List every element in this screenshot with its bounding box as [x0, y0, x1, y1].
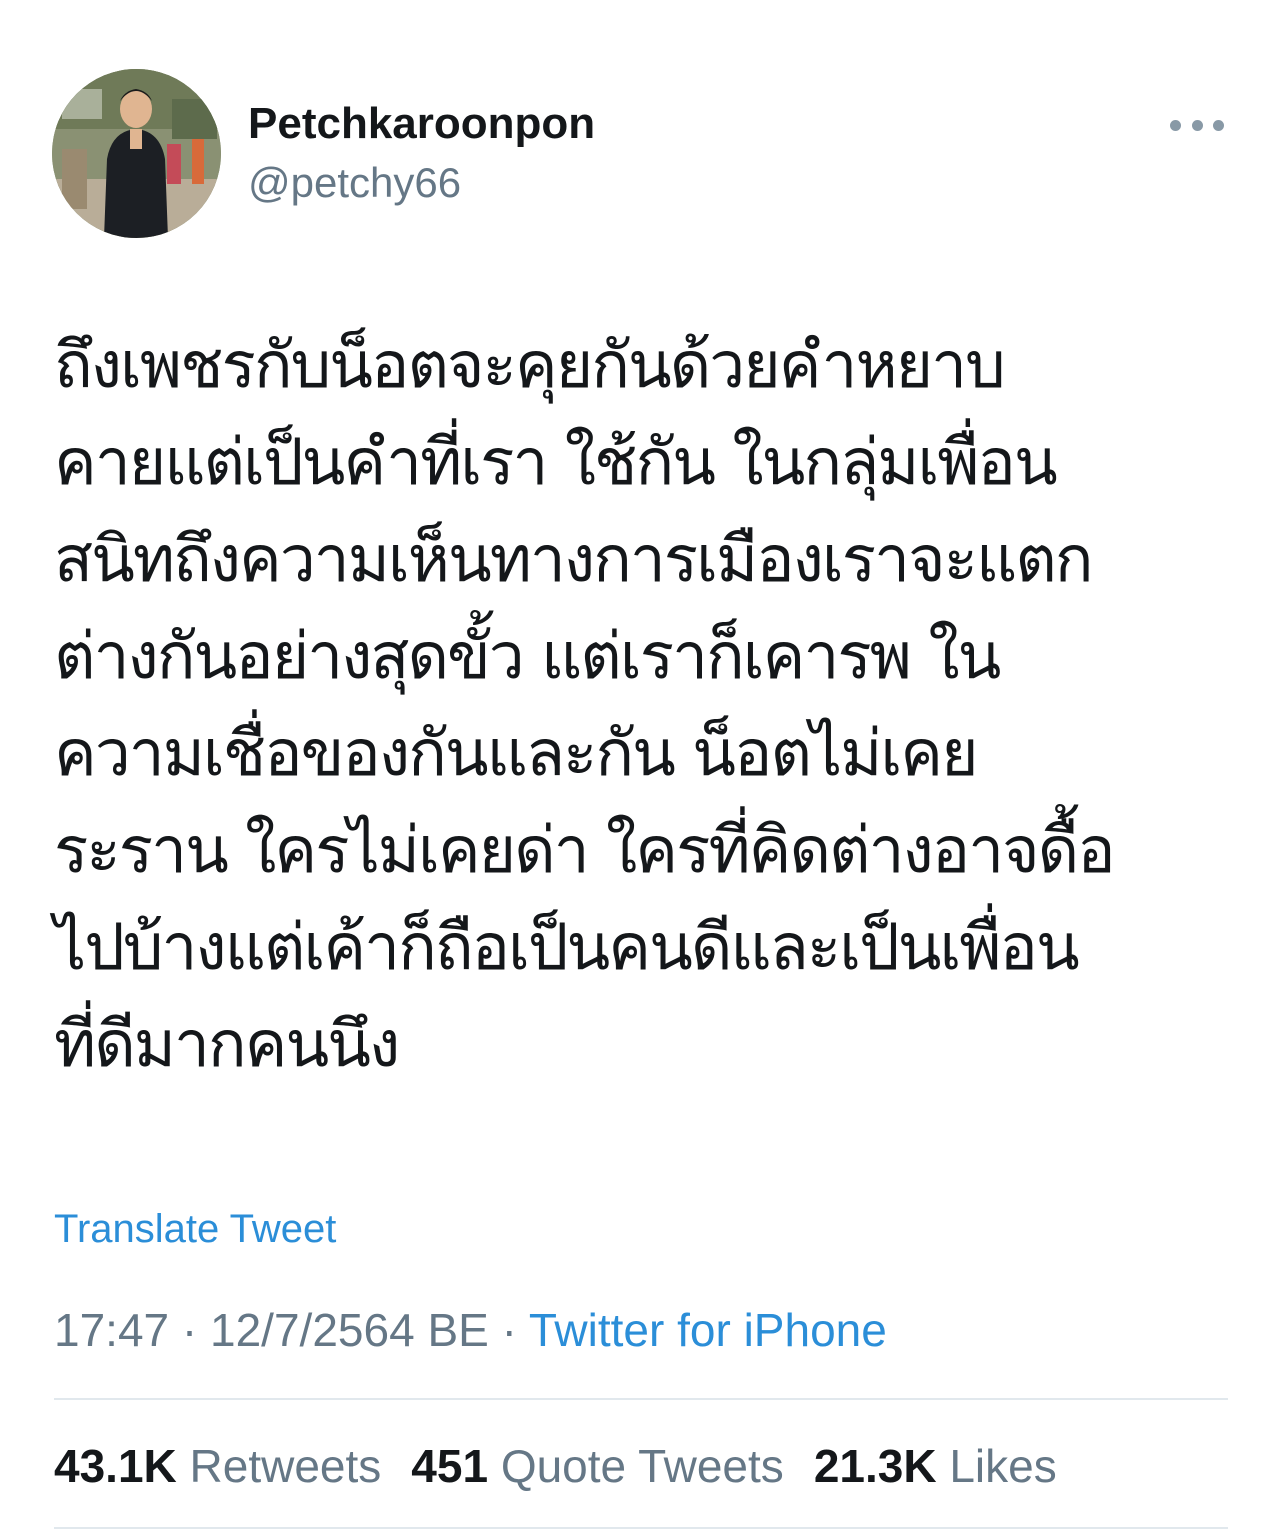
likes-label: Likes [949, 1440, 1057, 1492]
tweet-text-line: ถึงเพชรกับน็อตจะคุยกันด้วยคำหยาบ [54, 329, 1006, 403]
tweet-text-line: สนิทถึงความเห็นทางการเมืองเราจะแตก [54, 523, 1094, 597]
tweet-text-line: คายแต่เป็นคำที่เรา ใช้กัน ในกลุ่มเพื่อน [54, 426, 1058, 500]
tweet-text-line: ความเชื่อของกันและกัน น็อตไม่เคย [54, 717, 979, 791]
tweet-text-line: ต่างกันอย่างสุดขั้ว แต่เราก็เคารพ ใน [54, 620, 1001, 694]
quote-tweets-stat[interactable]: 451 Quote Tweets [411, 1438, 784, 1494]
more-dot [1170, 119, 1181, 131]
likes-stat[interactable]: 21.3K Likes [814, 1438, 1057, 1494]
more-options-icon[interactable] [1166, 108, 1228, 142]
likes-count: 21.3K [813, 1440, 937, 1492]
more-dot [1213, 119, 1224, 131]
tweet-text: ถึงเพชรกับน็อตจะคุยกันด้วยคำหยาบ คายแต่เ… [54, 318, 1234, 1094]
retweets-label: Retweets [189, 1440, 382, 1492]
tweet-text-line: ไปบ้างแต่เค้าก็ถือเป็นคนดีและเป็นเพื่อน [54, 911, 1080, 985]
divider [54, 1527, 1228, 1529]
tweet-source-link[interactable]: Twitter for iPhone [529, 1304, 887, 1356]
meta-separator: · [501, 1304, 517, 1356]
retweets-stat[interactable]: 43.1K Retweets [54, 1438, 381, 1494]
quote-tweets-count: 451 [411, 1440, 489, 1492]
tweet-date[interactable]: 12/7/2564 BE [210, 1304, 489, 1356]
user-handle[interactable]: @petchy66 [248, 158, 461, 208]
tweet-text-line: ระราน ใครไม่เคยด่า ใครที่คิดต่างอาจดื้อ [54, 814, 1116, 888]
quote-tweets-label: Quote Tweets [500, 1440, 784, 1492]
meta-separator: · [181, 1304, 198, 1356]
avatar[interactable] [52, 69, 221, 238]
tweet-text-line: ที่ดีมากคนนึง [54, 1008, 400, 1082]
more-dot [1191, 119, 1203, 131]
translate-tweet-link[interactable]: Translate Tweet [54, 1205, 336, 1253]
tweet-meta: 17:47 · 12/7/2564 BE · Twitter for iPhon… [54, 1302, 887, 1358]
display-name[interactable]: Petchkaroonpon [248, 98, 595, 150]
retweets-count: 43.1K [54, 1440, 177, 1492]
tweet-time[interactable]: 17:47 [54, 1304, 169, 1356]
divider [54, 1398, 1228, 1400]
tweet-stats: 43.1K Retweets 451 Quote Tweets 21.3K Li… [54, 1438, 1087, 1494]
